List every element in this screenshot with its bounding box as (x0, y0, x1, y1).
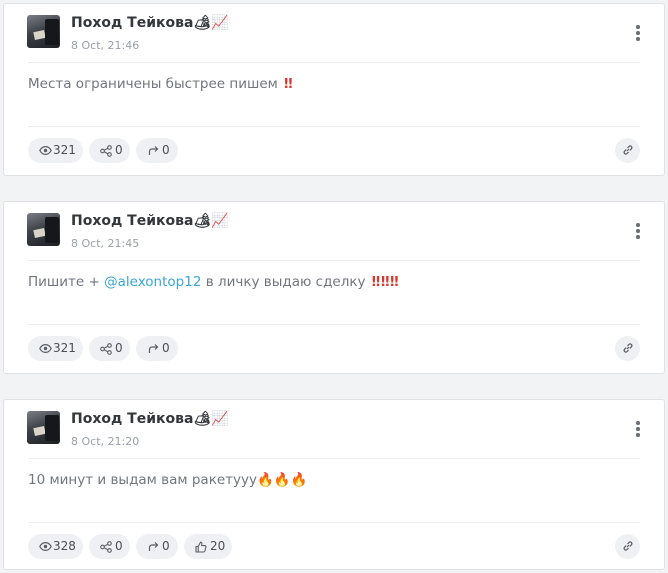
likes-counter[interactable]: 20 (184, 534, 232, 559)
copy-link-button[interactable] (615, 534, 640, 559)
copy-link-button[interactable] (615, 336, 640, 361)
more-vertical-icon[interactable] (632, 24, 644, 42)
emphasis-emoji: ‼ ‼ ‼ (371, 274, 399, 290)
views-counter[interactable]: 321 (28, 336, 83, 361)
post-date: 8 Oct, 21:46 (71, 39, 140, 52)
post-date: 8 Oct, 21:45 (71, 237, 140, 250)
divider (28, 522, 640, 523)
channel-name[interactable]: Поход Тейкова🏕📈 (71, 411, 229, 427)
views-count: 321 (53, 143, 76, 157)
forward-icon (146, 138, 160, 163)
channel-avatar[interactable] (27, 15, 60, 48)
link-icon (622, 537, 634, 556)
shares-count: 0 (115, 539, 123, 553)
likes-count: 20 (210, 539, 226, 553)
post-text: Места ограничены быстрее пишем ‼ (28, 74, 640, 94)
views-counter[interactable]: 321 (28, 138, 83, 163)
eye-icon (38, 534, 52, 559)
divider (28, 126, 640, 127)
fire-emoji: 🔥🔥🔥 (257, 472, 308, 488)
forwards-counter[interactable]: 0 (136, 336, 178, 361)
post-date: 8 Oct, 21:20 (71, 435, 140, 448)
shares-counter[interactable]: 0 (89, 138, 130, 163)
post-card: Поход Тейкова🏕📈 8 Oct, 21:20 10 минут и … (3, 399, 665, 570)
channel-avatar[interactable] (27, 213, 60, 246)
views-count: 328 (53, 539, 76, 553)
post-text-part: Пишите + (28, 274, 105, 290)
views-count: 321 (53, 341, 76, 355)
post-text: Пишите + @alexontop12 в личку выдаю сдел… (28, 272, 640, 292)
emphasis-emoji: ‼ (284, 76, 293, 92)
thumbs-up-icon (194, 534, 208, 559)
channel-avatar[interactable] (27, 411, 60, 444)
forwards-count: 0 (162, 341, 170, 355)
shares-counter[interactable]: 0 (89, 336, 130, 361)
shares-count: 0 (115, 341, 123, 355)
post-card: Поход Тейкова🏕📈 8 Oct, 21:45 Пишите + @a… (3, 201, 665, 374)
divider (28, 260, 640, 261)
share-icon (99, 336, 113, 361)
post-feed: Поход Тейкова🏕📈 8 Oct, 21:46 Места огран… (0, 0, 668, 573)
more-vertical-icon[interactable] (632, 420, 644, 438)
shares-counter[interactable]: 0 (89, 534, 130, 559)
post-card: Поход Тейкова🏕📈 8 Oct, 21:46 Места огран… (3, 3, 665, 176)
share-icon (99, 534, 113, 559)
post-text: 10 минут и выдам вам ракетууу🔥🔥🔥 (28, 470, 640, 490)
post-header: Поход Тейкова🏕📈 8 Oct, 21:20 (4, 400, 664, 458)
post-text-part: Места ограничены быстрее пишем (28, 76, 283, 92)
mention-link[interactable]: @alexontop12 (104, 274, 201, 290)
eye-icon (38, 138, 52, 163)
forwards-count: 0 (162, 143, 170, 157)
share-icon (99, 138, 113, 163)
views-counter[interactable]: 328 (28, 534, 83, 559)
forward-icon (146, 534, 160, 559)
channel-name[interactable]: Поход Тейкова🏕📈 (71, 15, 229, 31)
post-header: Поход Тейкова🏕📈 8 Oct, 21:46 (4, 4, 664, 62)
forwards-count: 0 (162, 539, 170, 553)
divider (28, 324, 640, 325)
shares-count: 0 (115, 143, 123, 157)
more-vertical-icon[interactable] (632, 222, 644, 240)
copy-link-button[interactable] (615, 138, 640, 163)
post-text-part: в личку выдаю сделку (201, 274, 370, 290)
channel-name[interactable]: Поход Тейкова🏕📈 (71, 213, 229, 229)
post-header: Поход Тейкова🏕📈 8 Oct, 21:45 (4, 202, 664, 260)
post-text-part: 10 минут и выдам вам ракетууу (28, 472, 257, 488)
forward-icon (146, 336, 160, 361)
forwards-counter[interactable]: 0 (136, 138, 178, 163)
link-icon (622, 141, 634, 160)
divider (28, 458, 640, 459)
link-icon (622, 339, 634, 358)
divider (28, 62, 640, 63)
forwards-counter[interactable]: 0 (136, 534, 178, 559)
eye-icon (38, 336, 52, 361)
